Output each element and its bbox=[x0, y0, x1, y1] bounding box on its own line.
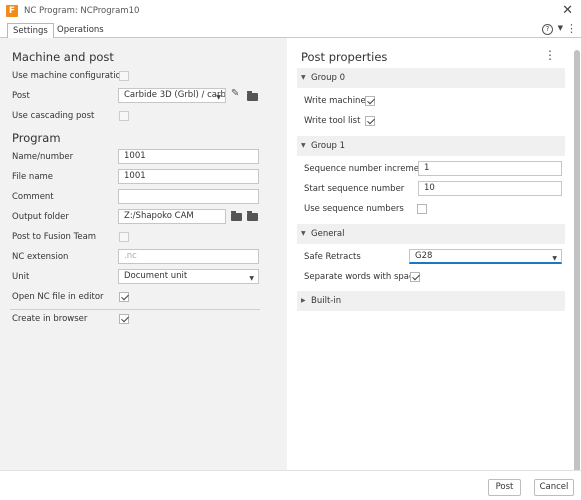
nc-extension-label: NC extension bbox=[12, 252, 69, 262]
seq-increment-input[interactable]: 1 bbox=[418, 161, 562, 176]
general-label: General bbox=[311, 229, 345, 239]
unit-select-value: Document unit bbox=[124, 271, 188, 281]
caret-down-icon: ▼ bbox=[552, 255, 557, 262]
window-title: NC Program: NCProgram10 bbox=[24, 5, 140, 16]
edit-icon[interactable]: ✎ bbox=[231, 88, 239, 99]
caret-down-icon: ▼ bbox=[249, 275, 254, 282]
start-seq-input[interactable]: 10 bbox=[418, 181, 562, 196]
write-machine-checkbox[interactable] bbox=[365, 96, 375, 106]
separate-words-label: Separate words with space bbox=[304, 272, 419, 282]
group-1-header[interactable]: ▼ Group 1 bbox=[297, 136, 565, 156]
kebab-menu-icon[interactable]: ⋮ bbox=[544, 48, 556, 62]
group-0-header[interactable]: ▼ Group 0 bbox=[297, 68, 565, 88]
folder-open-icon[interactable] bbox=[231, 211, 242, 221]
tab-operations[interactable]: Operations bbox=[52, 23, 109, 38]
name-label: Name/number bbox=[12, 152, 74, 162]
group-1-label: Group 1 bbox=[311, 141, 345, 151]
post-fusion-team-checkbox[interactable] bbox=[119, 232, 129, 242]
safe-retracts-select[interactable]: G28 ▼ bbox=[409, 249, 562, 264]
unit-select[interactable]: Document unit ▼ bbox=[118, 269, 259, 284]
caret-down-icon: ▼ bbox=[216, 94, 221, 101]
comment-input[interactable] bbox=[118, 189, 259, 204]
builtin-header[interactable]: ▶ Built-in bbox=[297, 291, 565, 311]
output-folder-input[interactable]: Z:/Shapoko CAM bbox=[118, 209, 226, 224]
chevron-down-icon[interactable]: ▼ bbox=[558, 24, 563, 32]
scrollbar[interactable] bbox=[574, 50, 580, 474]
folder-icon[interactable] bbox=[247, 91, 258, 101]
file-name-input[interactable]: 1001 bbox=[118, 169, 259, 184]
folder-icon[interactable] bbox=[247, 211, 258, 221]
title-bar: F NC Program: NCProgram10 ✕ bbox=[0, 0, 581, 21]
use-seq-label: Use sequence numbers bbox=[304, 204, 404, 214]
comment-label: Comment bbox=[12, 192, 54, 202]
tab-settings[interactable]: Settings bbox=[7, 23, 54, 39]
open-nc-checkbox[interactable] bbox=[119, 292, 129, 302]
post-properties-title: Post properties bbox=[301, 50, 388, 64]
builtin-label: Built-in bbox=[311, 296, 342, 306]
nc-extension-input[interactable]: .nc bbox=[118, 249, 259, 264]
seq-increment-label: Sequence number increment bbox=[304, 164, 428, 174]
close-icon[interactable]: ✕ bbox=[562, 3, 573, 18]
create-browser-label: Create in browser bbox=[12, 314, 88, 324]
tab-bar: Settings Operations ? ▼ ⋮ bbox=[0, 21, 581, 39]
use-machine-config-checkbox[interactable] bbox=[119, 71, 129, 81]
triangle-down-icon: ▼ bbox=[301, 142, 306, 149]
file-name-label: File name bbox=[12, 172, 54, 182]
post-button[interactable]: Post bbox=[488, 479, 521, 496]
use-cascading-post-label: Use cascading post bbox=[12, 111, 95, 121]
post-select[interactable]: Carbide 3D (Grbl) / carb ▼ bbox=[118, 88, 226, 103]
post-select-value: Carbide 3D (Grbl) / carb bbox=[124, 90, 226, 100]
use-cascading-post-checkbox[interactable] bbox=[119, 111, 129, 121]
write-machine-label: Write machine bbox=[304, 96, 366, 106]
start-seq-label: Start sequence number bbox=[304, 184, 405, 194]
write-tool-list-label: Write tool list bbox=[304, 116, 361, 126]
general-header[interactable]: ▼ General bbox=[297, 224, 565, 244]
triangle-down-icon: ▼ bbox=[301, 230, 306, 237]
write-tool-list-checkbox[interactable] bbox=[365, 116, 375, 126]
post-label: Post bbox=[12, 91, 30, 101]
cancel-button[interactable]: Cancel bbox=[534, 479, 574, 496]
group-0-label: Group 0 bbox=[311, 73, 345, 83]
machine-section-title: Machine and post bbox=[12, 50, 114, 64]
safe-retracts-label: Safe Retracts bbox=[304, 252, 361, 262]
open-nc-label: Open NC file in editor bbox=[12, 292, 104, 302]
triangle-right-icon: ▶ bbox=[301, 297, 306, 304]
separate-words-checkbox[interactable] bbox=[410, 272, 420, 282]
name-input[interactable]: 1001 bbox=[118, 149, 259, 164]
unit-label: Unit bbox=[12, 272, 30, 282]
app-icon: F bbox=[6, 4, 18, 17]
create-browser-checkbox[interactable] bbox=[119, 314, 129, 324]
triangle-down-icon: ▼ bbox=[301, 74, 306, 81]
use-machine-config-label: Use machine configuration bbox=[12, 71, 127, 81]
help-icon[interactable]: ? bbox=[542, 24, 553, 35]
safe-retracts-value: G28 bbox=[415, 251, 433, 261]
divider bbox=[10, 309, 260, 310]
output-folder-label: Output folder bbox=[12, 212, 69, 222]
post-fusion-team-label: Post to Fusion Team bbox=[12, 232, 97, 242]
program-section-title: Program bbox=[12, 131, 61, 145]
settings-icon[interactable]: ⋮ bbox=[566, 22, 577, 35]
use-seq-checkbox[interactable] bbox=[417, 204, 427, 214]
